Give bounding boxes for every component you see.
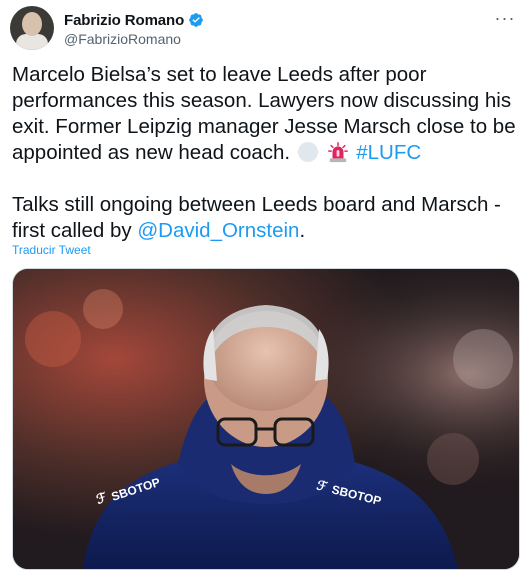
white-circle-emoji-icon: [297, 142, 318, 162]
author-name[interactable]: Fabrizio Romano: [64, 12, 184, 29]
hashtag-link[interactable]: #LUFC: [356, 141, 421, 164]
verified-badge-icon: [189, 13, 204, 27]
mention-link[interactable]: @David_Ornstein: [137, 219, 299, 242]
author-handle[interactable]: @FabrizioRomano: [64, 31, 181, 47]
media-photo: ℱ SBOTOP ℱ SBOTOP: [13, 269, 519, 569]
translate-tweet-link[interactable]: Traducir Tweet: [12, 243, 91, 257]
tweet-media-image[interactable]: ℱ SBOTOP ℱ SBOTOP: [12, 268, 520, 570]
tweet-text-para1: Marcelo Bielsa’s set to leave Leeds afte…: [12, 63, 516, 164]
siren-emoji-icon: [327, 142, 348, 163]
tweet-text: Marcelo Bielsa’s set to leave Leeds afte…: [12, 62, 517, 244]
tweet: Fabrizio Romano @FabrizioRomano ··· Marc…: [0, 0, 532, 570]
tweet-header: Fabrizio Romano @FabrizioRomano ···: [10, 6, 522, 50]
author-avatar[interactable]: [10, 6, 54, 50]
tweet-paragraph-2: Talks still ongoing between Leeds board …: [12, 192, 517, 244]
tweet-text-para2-end: .: [299, 219, 306, 242]
tweet-paragraph-1: Marcelo Bielsa’s set to leave Leeds afte…: [12, 62, 517, 166]
author-name-row[interactable]: Fabrizio Romano: [64, 10, 204, 30]
more-options-icon[interactable]: ···: [490, 8, 520, 28]
